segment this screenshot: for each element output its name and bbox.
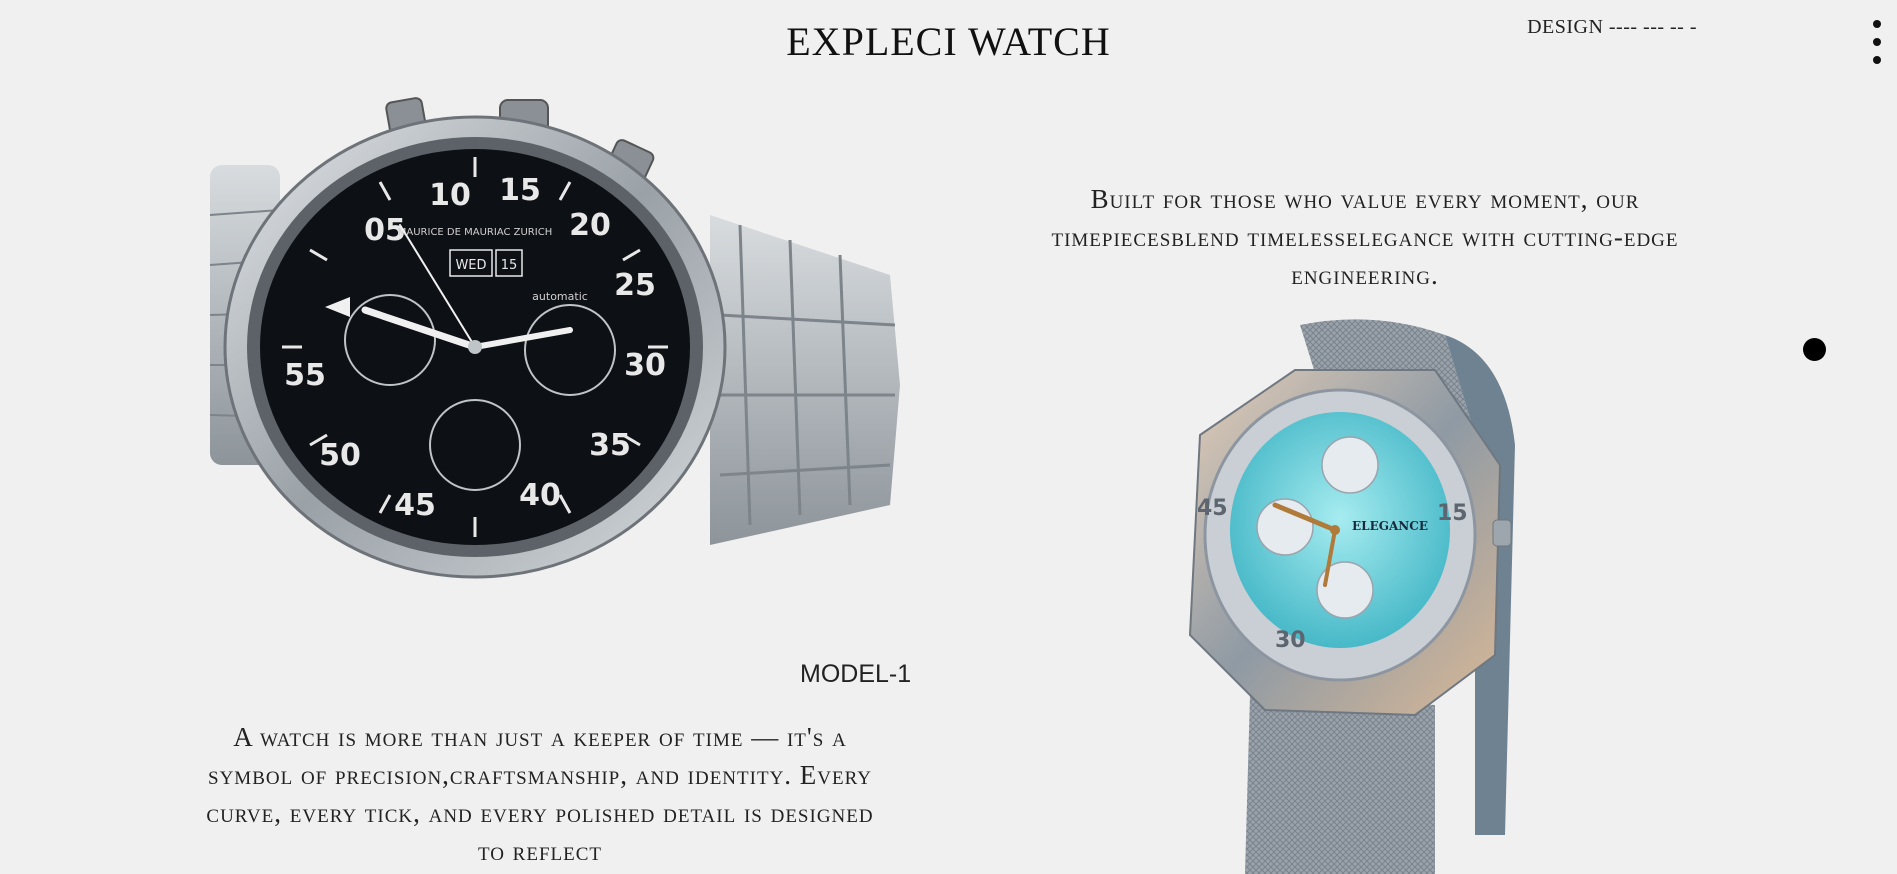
dial-numeral: 20 <box>569 208 611 243</box>
crown-2 <box>1492 519 1512 547</box>
dial-brand-text: MAURICE DE MAURIAC ZURICH <box>398 227 552 238</box>
dial-brand-text-2: ELEGANCE <box>1352 519 1428 533</box>
model-label: MODEL-1 <box>800 660 912 688</box>
watch-image-2: ELEGANCE 45 15 30 <box>1188 319 1515 874</box>
product-description: A watch is more than just a keeper of ti… <box>206 722 874 866</box>
hand-pivot-2 <box>1330 525 1340 535</box>
carousel-dot[interactable] <box>1803 338 1826 361</box>
kebab-dot <box>1873 56 1881 64</box>
dial-numeral: 50 <box>319 438 361 473</box>
dial-numeral: 45 <box>394 488 436 523</box>
bezel-numeral: 30 <box>1275 628 1306 653</box>
dial-automatic-text: automatic <box>532 290 588 303</box>
design-label: DESIGN ---- --- -- - <box>1527 16 1697 38</box>
date-day: WED <box>455 258 486 273</box>
date-number: 15 <box>501 258 518 273</box>
dial-numeral: 55 <box>284 358 326 393</box>
kebab-menu-icon[interactable] <box>1865 20 1889 64</box>
bezel-numeral: 45 <box>1197 496 1228 521</box>
hero-tagline: Built for those who value every moment, … <box>1051 184 1679 290</box>
dial-numeral: 30 <box>624 348 666 383</box>
bezel-numeral: 15 <box>1437 501 1468 526</box>
dial-numeral: 25 <box>614 268 656 303</box>
dial-numeral: 15 <box>499 173 541 208</box>
watch-image-model-1: 05 10 15 20 25 30 35 40 45 50 55 WED 15 … <box>209 97 900 579</box>
kebab-dot <box>1873 20 1881 28</box>
kebab-dot <box>1873 38 1881 46</box>
bracelet-right <box>710 215 900 545</box>
hand-pivot <box>468 340 482 354</box>
dial-numeral: 40 <box>519 478 561 513</box>
dial-numeral: 35 <box>589 428 631 463</box>
mesh-strap-bottom <box>1245 695 1435 874</box>
dial-numeral: 10 <box>429 178 471 213</box>
